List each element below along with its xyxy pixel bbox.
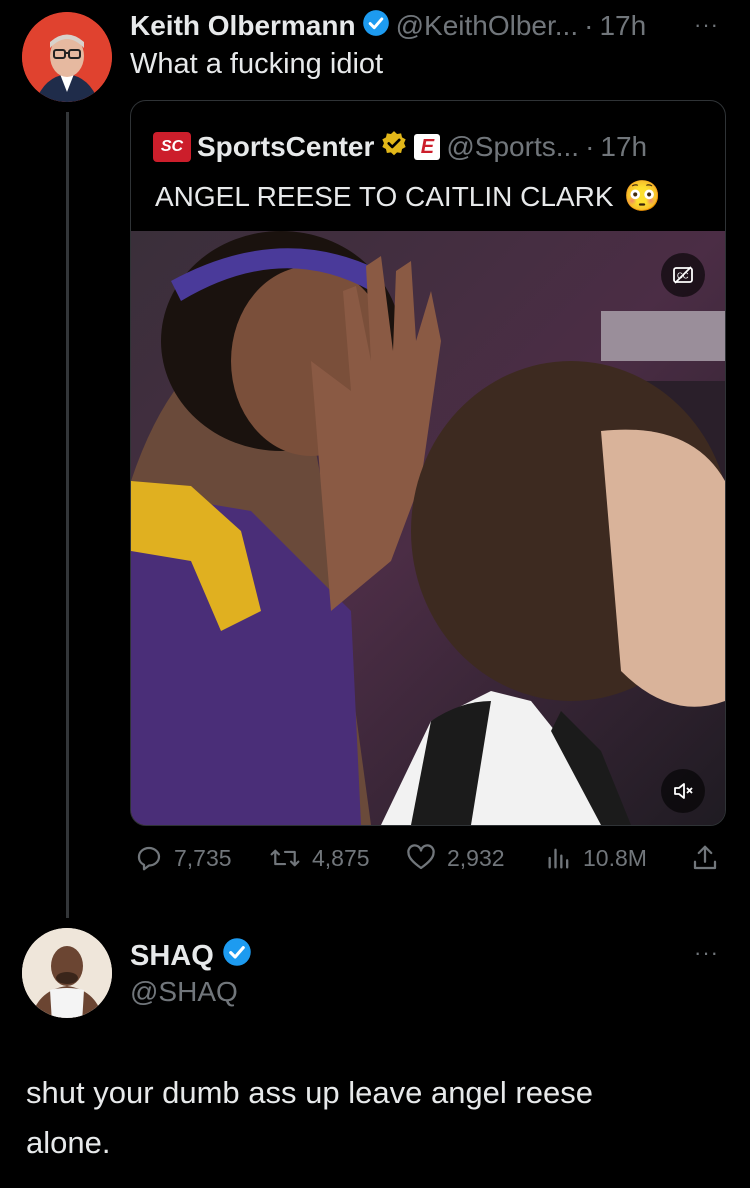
display-name[interactable]: SportsCenter [197, 131, 374, 163]
handle[interactable]: @Sports... [446, 131, 579, 163]
captions-off-icon: CC [673, 266, 693, 284]
view-count: 10.8M [583, 844, 647, 871]
flushed-emoji: 😳 [623, 180, 661, 213]
more-options-icon[interactable]: ··· [694, 12, 719, 38]
separator: · [584, 10, 594, 41]
verified-badge-icon [222, 937, 252, 975]
mute-button[interactable] [661, 769, 705, 813]
reply-text: shut your dumb ass up leave angel reese … [26, 1075, 593, 1160]
tweet-header: Keith Olbermann @KeithOlber... · 17h [130, 8, 646, 44]
display-name[interactable]: SHAQ [130, 940, 214, 973]
timestamp[interactable]: 17h [599, 10, 646, 42]
tweet-header: SHAQ [130, 936, 252, 976]
quote-header: SC SportsCenter E @Sports... · 17h [153, 129, 647, 165]
repost-count: 4,875 [312, 844, 370, 871]
closed-captions-button[interactable]: CC [661, 253, 705, 297]
tweet-text: What a fucking idiot [130, 48, 384, 80]
timestamp[interactable]: 17h [600, 131, 647, 163]
quote-text-content: ANGEL REESE TO CAITLIN CLARK [155, 180, 614, 212]
reply-count: 7,735 [174, 844, 232, 871]
more-options-icon[interactable]: ··· [694, 940, 719, 966]
reply-icon [137, 846, 161, 871]
views-chart-icon [548, 848, 569, 869]
reply-button[interactable]: 7,735 [134, 843, 232, 873]
share-icon [693, 845, 717, 870]
sportscenter-logo-icon: SC [153, 132, 191, 162]
views-button[interactable]: 10.8M [545, 843, 647, 873]
like-count: 2,932 [447, 844, 505, 871]
volume-muted-icon [674, 783, 693, 799]
handle[interactable]: @SHAQ [130, 976, 238, 1008]
display-name[interactable]: Keith Olbermann [130, 10, 356, 42]
avatar[interactable] [22, 12, 112, 102]
espn-badge-icon: E [414, 134, 441, 160]
quote-text: ANGEL REESE TO CAITLIN CLARK 😳 [155, 179, 661, 214]
verified-badge-icon [380, 130, 408, 165]
video-player[interactable]: CC [131, 231, 725, 825]
repost-icon [270, 849, 300, 867]
separator: · [585, 131, 595, 162]
heart-icon [407, 844, 435, 870]
thread-line [66, 112, 69, 918]
like-button[interactable]: 2,932 [405, 843, 505, 873]
verified-badge-icon [362, 9, 390, 44]
avatar[interactable] [22, 928, 112, 1018]
repost-button[interactable]: 4,875 [268, 843, 370, 873]
handle[interactable]: @KeithOlber... [396, 10, 579, 42]
video-frame [131, 231, 725, 825]
quote-tweet[interactable]: SC SportsCenter E @Sports... · 17h ANGEL… [130, 100, 726, 826]
share-button[interactable] [690, 843, 720, 873]
